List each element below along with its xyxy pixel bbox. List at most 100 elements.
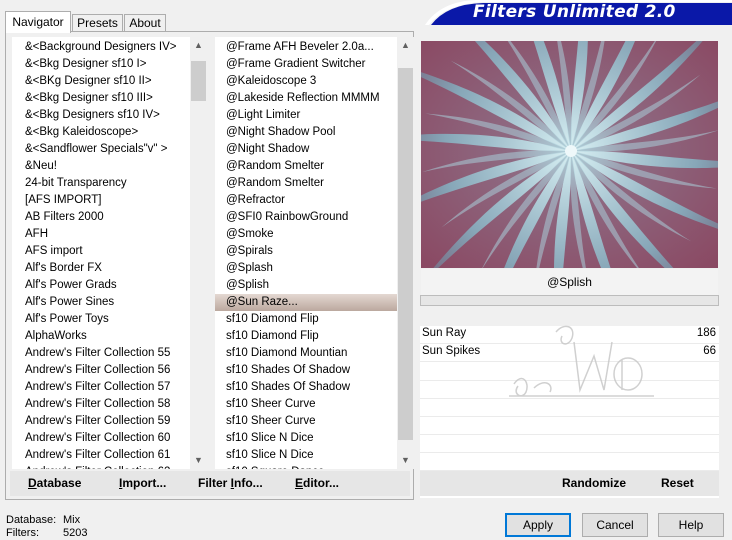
- category-item[interactable]: Andrew's Filter Collection 59: [12, 413, 190, 430]
- tab-about[interactable]: About: [124, 14, 166, 32]
- category-scroll-thumb[interactable]: [191, 61, 206, 102]
- param-label: Sun Spikes: [422, 345, 481, 357]
- randomize-button[interactable]: Randomize: [562, 471, 626, 496]
- filter-item[interactable]: sf10 Diamond Mountian: [215, 345, 397, 362]
- filter-item[interactable]: sf10 Square Dance: [215, 464, 397, 469]
- filter-item[interactable]: @Random Smelter: [215, 158, 397, 175]
- filter-info-label: nfo...: [234, 476, 263, 490]
- database-accel: D: [28, 476, 37, 490]
- category-item[interactable]: Alf's Power Sines: [12, 294, 190, 311]
- filter-item[interactable]: @Frame Gradient Switcher: [215, 56, 397, 73]
- category-scrollbar[interactable]: ▲ ▼: [190, 37, 207, 469]
- navigator-toolbar: Database Import... Filter Info... Editor…: [10, 471, 410, 496]
- category-item[interactable]: &<Bkg Kaleidoscope>: [12, 124, 190, 141]
- category-item[interactable]: &<Sandflower Specials"v" >: [12, 141, 190, 158]
- category-item[interactable]: &<Bkg Designer sf10 III>: [12, 90, 190, 107]
- import-label: mport...: [122, 476, 167, 490]
- category-item[interactable]: AlphaWorks: [12, 328, 190, 345]
- filter-item[interactable]: @Spirals: [215, 243, 397, 260]
- database-status-label: Database:: [6, 514, 57, 526]
- filter-item[interactable]: @Night Shadow Pool: [215, 124, 397, 141]
- help-button[interactable]: Help: [658, 513, 724, 537]
- filter-item[interactable]: sf10 Sheer Curve: [215, 396, 397, 413]
- database-button[interactable]: Database: [28, 471, 81, 496]
- category-item[interactable]: &Neu!: [12, 158, 190, 175]
- category-item[interactable]: Andrew's Filter Collection 60: [12, 430, 190, 447]
- editor-accel: E: [295, 476, 304, 490]
- progress-bar: [420, 295, 719, 306]
- tab-presets-label: Presets: [77, 16, 118, 30]
- filter-item[interactable]: sf10 Slice N Dice: [215, 447, 397, 464]
- filters-status-value: 5203: [63, 527, 88, 539]
- banner: Filters Unlimited 2.0: [425, 0, 732, 25]
- category-item[interactable]: AFH: [12, 226, 190, 243]
- category-item[interactable]: Andrew's Filter Collection 62: [12, 464, 190, 469]
- scroll-down-icon[interactable]: ▼: [397, 452, 414, 469]
- category-item[interactable]: 24-bit Transparency: [12, 175, 190, 192]
- database-status-value: Mix: [63, 514, 81, 526]
- category-item[interactable]: &<BKg Designer sf10 II>: [12, 73, 190, 90]
- filter-item[interactable]: @Night Shadow: [215, 141, 397, 158]
- param-label: Sun Ray: [422, 327, 467, 339]
- cancel-button[interactable]: Cancel: [582, 513, 648, 537]
- filter-scrollbar[interactable]: ▲ ▼: [397, 37, 414, 469]
- category-item[interactable]: Andrew's Filter Collection 57: [12, 379, 190, 396]
- filter-item[interactable]: @Light Limiter: [215, 107, 397, 124]
- category-item[interactable]: &<Bkg Designers sf10 IV>: [12, 107, 190, 124]
- editor-label: ditor...: [303, 476, 340, 490]
- category-item[interactable]: Alf's Border FX: [12, 260, 190, 277]
- category-item[interactable]: [AFS IMPORT]: [12, 192, 190, 209]
- filter-item[interactable]: @SFI0 RainbowGround: [215, 209, 397, 226]
- filter-scroll-thumb[interactable]: [398, 68, 413, 441]
- filter-item[interactable]: @Refractor: [215, 192, 397, 209]
- category-items: &<Background Designers IV> &<Bkg Designer…: [12, 39, 190, 469]
- tab-presets[interactable]: Presets: [72, 14, 123, 32]
- filter-item[interactable]: @Sun Raze...: [215, 294, 397, 311]
- watermark-logo: [509, 325, 654, 397]
- category-item[interactable]: Andrew's Filter Collection 58: [12, 396, 190, 413]
- category-item[interactable]: Andrew's Filter Collection 55: [12, 345, 190, 362]
- filter-item[interactable]: @Random Smelter: [215, 175, 397, 192]
- filter-item[interactable]: @Kaleidoscope 3: [215, 73, 397, 90]
- filter-item[interactable]: @Splish: [215, 277, 397, 294]
- scroll-up-icon[interactable]: ▲: [397, 37, 414, 54]
- filter-item[interactable]: @Smoke: [215, 226, 397, 243]
- filter-item[interactable]: @Lakeside Reflection MMMM: [215, 90, 397, 107]
- filter-item[interactable]: sf10 Shades Of Shadow: [215, 379, 397, 396]
- category-item[interactable]: Alf's Power Toys: [12, 311, 190, 328]
- filter-item[interactable]: sf10 Diamond Flip: [215, 328, 397, 345]
- param-divider: [420, 452, 719, 453]
- reset-button[interactable]: Reset: [661, 471, 694, 496]
- scroll-up-icon[interactable]: ▲: [190, 37, 207, 54]
- filter-info-button[interactable]: Filter Info...: [198, 471, 263, 496]
- tab-navigator[interactable]: Navigator: [5, 11, 71, 33]
- import-button[interactable]: Import...: [119, 471, 166, 496]
- database-label: atabase: [36, 476, 82, 490]
- category-item[interactable]: &<Background Designers IV>: [12, 39, 190, 56]
- starburst-preview: [421, 41, 718, 268]
- apply-button[interactable]: Apply: [505, 513, 571, 537]
- category-item[interactable]: Alf's Power Grads: [12, 277, 190, 294]
- category-item[interactable]: &<Bkg Designer sf10 I>: [12, 56, 190, 73]
- filters-status-label: Filters:: [6, 527, 39, 539]
- param-value: 66: [703, 345, 716, 357]
- editor-button[interactable]: Editor...: [295, 471, 339, 496]
- category-item[interactable]: Andrew's Filter Collection 61: [12, 447, 190, 464]
- filter-item[interactable]: @Frame AFH Beveler 2.0a...: [215, 39, 397, 56]
- filter-item[interactable]: sf10 Slice N Dice: [215, 430, 397, 447]
- tab-navigator-label: Navigator: [12, 15, 64, 29]
- banner-title: Filters Unlimited 2.0: [473, 2, 676, 22]
- filter-item[interactable]: sf10 Shades Of Shadow: [215, 362, 397, 379]
- category-item[interactable]: Andrew's Filter Collection 56: [12, 362, 190, 379]
- filter-item[interactable]: @Splash: [215, 260, 397, 277]
- category-item[interactable]: AFS import: [12, 243, 190, 260]
- category-item[interactable]: AB Filters 2000: [12, 209, 190, 226]
- category-list[interactable]: &<Background Designers IV> &<Bkg Designer…: [12, 37, 207, 469]
- param-value: 186: [696, 327, 716, 339]
- filter-list[interactable]: @Frame AFH Beveler 2.0a... @Frame Gradien…: [215, 37, 414, 469]
- filter-item[interactable]: sf10 Sheer Curve: [215, 413, 397, 430]
- scroll-down-icon[interactable]: ▼: [190, 452, 207, 469]
- preview-image: [421, 41, 718, 268]
- filter-item[interactable]: sf10 Diamond Flip: [215, 311, 397, 328]
- param-divider: [420, 434, 719, 435]
